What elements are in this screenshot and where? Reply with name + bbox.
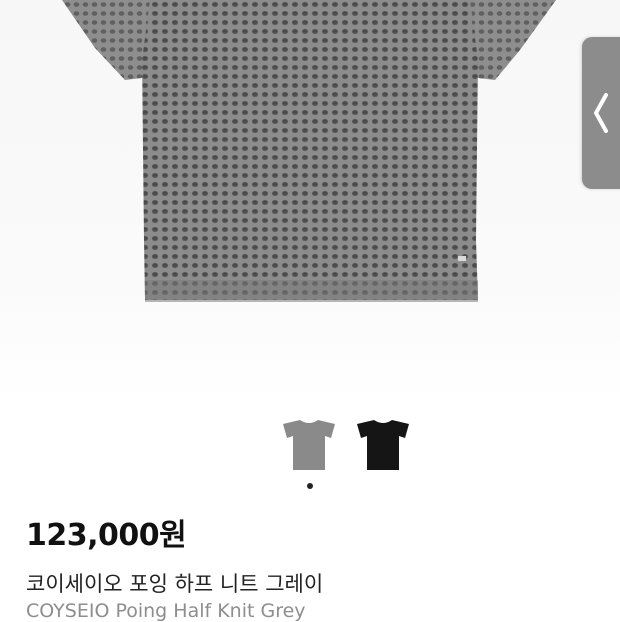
grey-tshirt-icon [283, 420, 335, 470]
black-knit-thumbnail[interactable] [354, 420, 412, 472]
product-main-image[interactable] [0, 0, 620, 400]
product-title-korean: 코이세이오 포잉 하프 니트 그레이 [26, 572, 324, 596]
side-tab-handle[interactable] [582, 37, 620, 189]
grey-knit-thumbnail[interactable] [280, 420, 338, 472]
gallery-indicator-dot [307, 483, 313, 489]
thumbnail-strip [0, 420, 620, 472]
product-price: 123,000원 [26, 518, 187, 553]
chevron-left-icon [594, 93, 608, 133]
knit-tshirt-image [62, 0, 556, 302]
product-title-english: COYSEIO Poing Half Knit Grey [26, 600, 306, 622]
black-tshirt-icon [357, 420, 409, 470]
